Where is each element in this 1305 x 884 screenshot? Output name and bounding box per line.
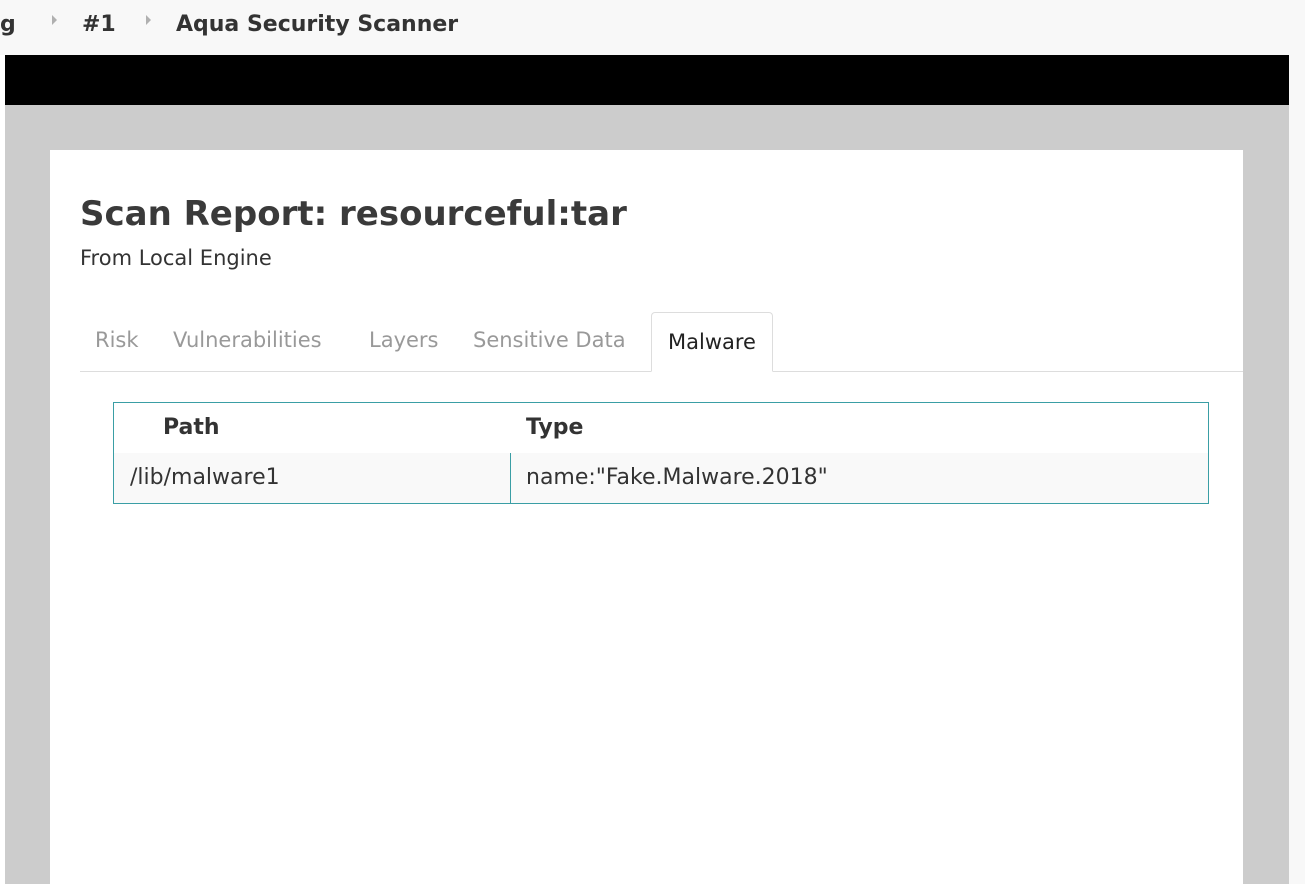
malware-table: Path Type /lib/malware1 name:"Fake.Malwa… (113, 402, 1209, 504)
report-source-subtitle: From Local Engine (80, 246, 272, 270)
breadcrumb-separator-icon (52, 15, 57, 25)
column-divider (510, 453, 511, 503)
breadcrumb: g #1 Aqua Security Scanner (0, 0, 1305, 55)
tab-layers[interactable]: Layers (369, 312, 439, 372)
breadcrumb-item-job[interactable]: g (0, 12, 16, 37)
report-frame: Scan Report: resourceful:tar From Local … (5, 55, 1289, 884)
scan-report-panel: Scan Report: resourceful:tar From Local … (50, 150, 1243, 884)
breadcrumb-item-aqua-scanner[interactable]: Aqua Security Scanner (176, 12, 458, 37)
table-cell-type: name:"Fake.Malware.2018" (526, 465, 828, 490)
column-header-path[interactable]: Path (163, 403, 220, 453)
tab-sensitive-data[interactable]: Sensitive Data (473, 312, 626, 372)
breadcrumb-separator-icon (146, 15, 151, 25)
report-tabs: Risk Vulnerabilities Layers Sensitive Da… (80, 312, 1243, 372)
report-header-bar (5, 55, 1289, 105)
breadcrumb-item-build[interactable]: #1 (82, 12, 116, 37)
table-cell-path: /lib/malware1 (130, 465, 280, 490)
table-row: /lib/malware1 name:"Fake.Malware.2018" (114, 453, 1208, 503)
page-title: Scan Report: resourceful:tar (80, 194, 627, 234)
tab-vulnerabilities[interactable]: Vulnerabilities (173, 312, 322, 372)
right-scroll-gutter (1289, 55, 1305, 884)
tab-malware[interactable]: Malware (651, 312, 773, 372)
tab-risk[interactable]: Risk (95, 312, 139, 372)
column-header-type[interactable]: Type (526, 403, 583, 453)
